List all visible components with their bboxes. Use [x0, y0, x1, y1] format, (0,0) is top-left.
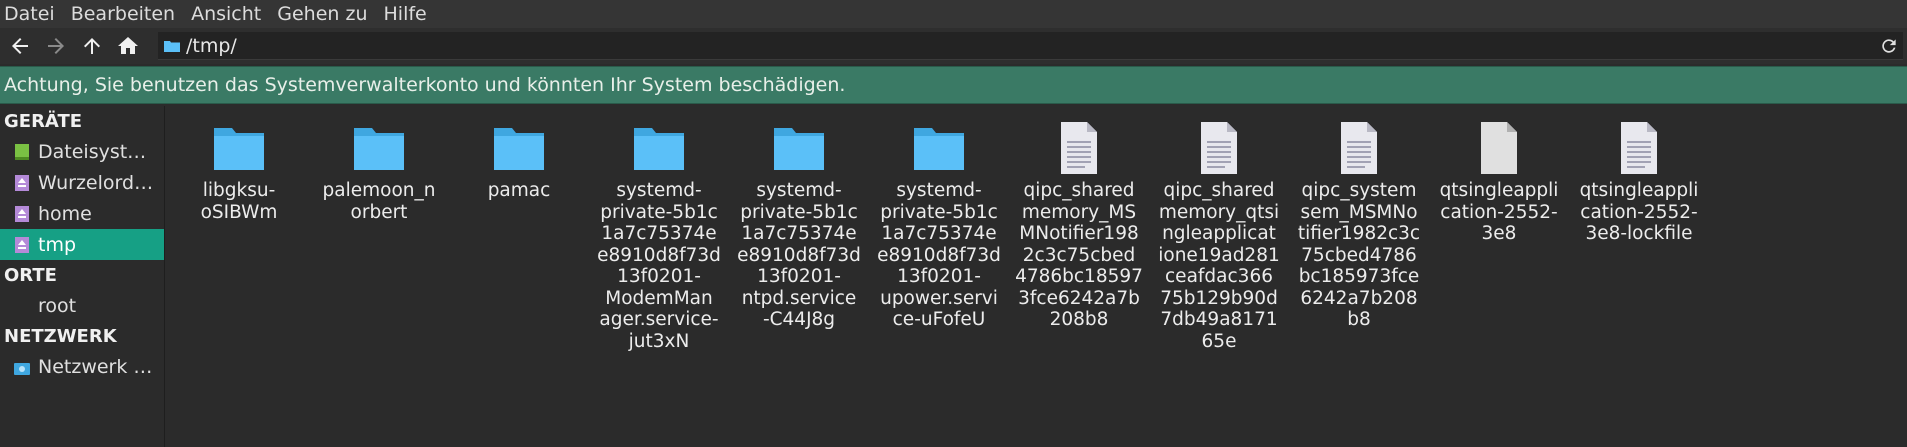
file-name: systemd-private-5b1c 1a7c75374e e8910d8f73…	[877, 180, 1001, 330]
sidebar-item-filesystem[interactable]: Dateisyst…	[0, 136, 164, 167]
sidebar: GERÄTE Dateisyst… Wurzelord… home tmp OR…	[0, 106, 165, 447]
up-button[interactable]	[76, 30, 108, 62]
arrow-left-icon	[12, 38, 28, 54]
text-file-icon	[1201, 122, 1237, 174]
file-item[interactable]: qtsingleappli cation-2552- 3e8	[1434, 120, 1564, 245]
folder-icon	[494, 128, 544, 170]
menu-bar: Datei Bearbeiten Ansicht Gehen zu Hilfe	[0, 0, 1907, 28]
root-warning-banner: Achtung, Sie benutzen das Systemverwalte…	[0, 66, 1907, 104]
eject-drive-icon	[15, 236, 29, 253]
folder-item[interactable]: systemd-private-5b1c 1a7c75374e e8910d8f73…	[734, 120, 864, 331]
file-name: qipc_system sem_MSMNo tifier1982c3c 75cbed4…	[1297, 180, 1421, 330]
reload-icon[interactable]	[1879, 36, 1899, 56]
file-item[interactable]: qipc_shared memory_qtsi ngleapplicat ione19…	[1154, 120, 1284, 352]
menu-bearbeiten[interactable]: Bearbeiten	[71, 3, 175, 25]
file-name: qtsingleappli cation-2552- 3e8-lockfile	[1579, 180, 1699, 244]
folder-icon	[914, 128, 964, 170]
sidebar-item-home[interactable]: home	[0, 198, 164, 229]
file-name: qipc_shared memory_MS MNotifier198 2c3c75cb…	[1015, 180, 1143, 330]
sidebar-item-tmp[interactable]: tmp	[0, 229, 164, 260]
sidebar-item-root[interactable]: root	[0, 290, 164, 321]
sidebar-item-network[interactable]: Netzwerk …	[0, 351, 164, 382]
address-bar[interactable]: /tmp/	[158, 32, 1903, 60]
menu-datei[interactable]: Datei	[4, 3, 55, 25]
file-name: qipc_shared memory_qtsi ngleapplicat ione19…	[1158, 180, 1280, 352]
file-name: palemoon_n orbert	[322, 180, 436, 223]
file-item[interactable]: qtsingleappli cation-2552- 3e8-lockfile	[1574, 120, 1704, 245]
warning-text: Achtung, Sie benutzen das Systemverwalte…	[4, 74, 846, 96]
arrow-right-icon	[48, 38, 64, 54]
text-file-icon	[1621, 122, 1657, 174]
menu-gehen-zu[interactable]: Gehen zu	[277, 3, 367, 25]
file-view[interactable]: libgksu-oSIBWm palemoon_n orbert pamac syste…	[166, 106, 1907, 447]
folder-icon	[634, 128, 684, 170]
folder-icon	[164, 41, 180, 52]
forward-button[interactable]	[40, 30, 72, 62]
drive-icon	[15, 143, 29, 160]
sidebar-section-network: NETZWERK	[4, 325, 117, 347]
folder-icon	[774, 128, 824, 170]
toolbar: /tmp/	[0, 28, 1907, 64]
text-file-icon	[1341, 122, 1377, 174]
sidebar-section-places: ORTE	[4, 264, 57, 286]
file-name: libgksu-oSIBWm	[200, 180, 278, 223]
sidebar-item-root-folder[interactable]: Wurzelord…	[0, 167, 164, 198]
file-name: qtsingleappli cation-2552- 3e8	[1439, 180, 1559, 244]
file-item[interactable]: qipc_shared memory_MS MNotifier198 2c3c75cb…	[1014, 120, 1144, 331]
sidebar-section-devices: GERÄTE	[4, 110, 83, 132]
address-path: /tmp/	[186, 34, 237, 57]
folder-item[interactable]: systemd-private-5b1c 1a7c75374e e8910d8f73…	[874, 120, 1004, 331]
menu-hilfe[interactable]: Hilfe	[384, 3, 427, 25]
back-button[interactable]	[4, 30, 36, 62]
file-name: systemd-private-5b1c 1a7c75374e e8910d8f73…	[737, 180, 861, 330]
folder-item[interactable]: palemoon_n orbert	[314, 120, 444, 223]
folder-icon	[354, 128, 404, 170]
eject-drive-icon	[15, 205, 29, 222]
file-name: pamac	[487, 180, 551, 201]
eject-drive-icon	[15, 174, 29, 191]
blank-file-icon	[1481, 122, 1517, 174]
network-icon	[14, 362, 30, 375]
file-item[interactable]: qipc_system sem_MSMNo tifier1982c3c 75cbed4…	[1294, 120, 1424, 331]
home-icon	[118, 37, 138, 54]
folder-icon	[214, 128, 264, 170]
arrow-up-icon	[84, 38, 100, 54]
folder-item[interactable]: libgksu-oSIBWm	[174, 120, 304, 223]
file-name: systemd-private-5b1c 1a7c75374e e8910d8f73…	[597, 180, 721, 352]
folder-item[interactable]: pamac	[454, 120, 584, 202]
text-file-icon	[1061, 122, 1097, 174]
folder-item[interactable]: systemd-private-5b1c 1a7c75374e e8910d8f73…	[594, 120, 724, 352]
menu-ansicht[interactable]: Ansicht	[191, 3, 261, 25]
home-button[interactable]	[112, 30, 144, 62]
